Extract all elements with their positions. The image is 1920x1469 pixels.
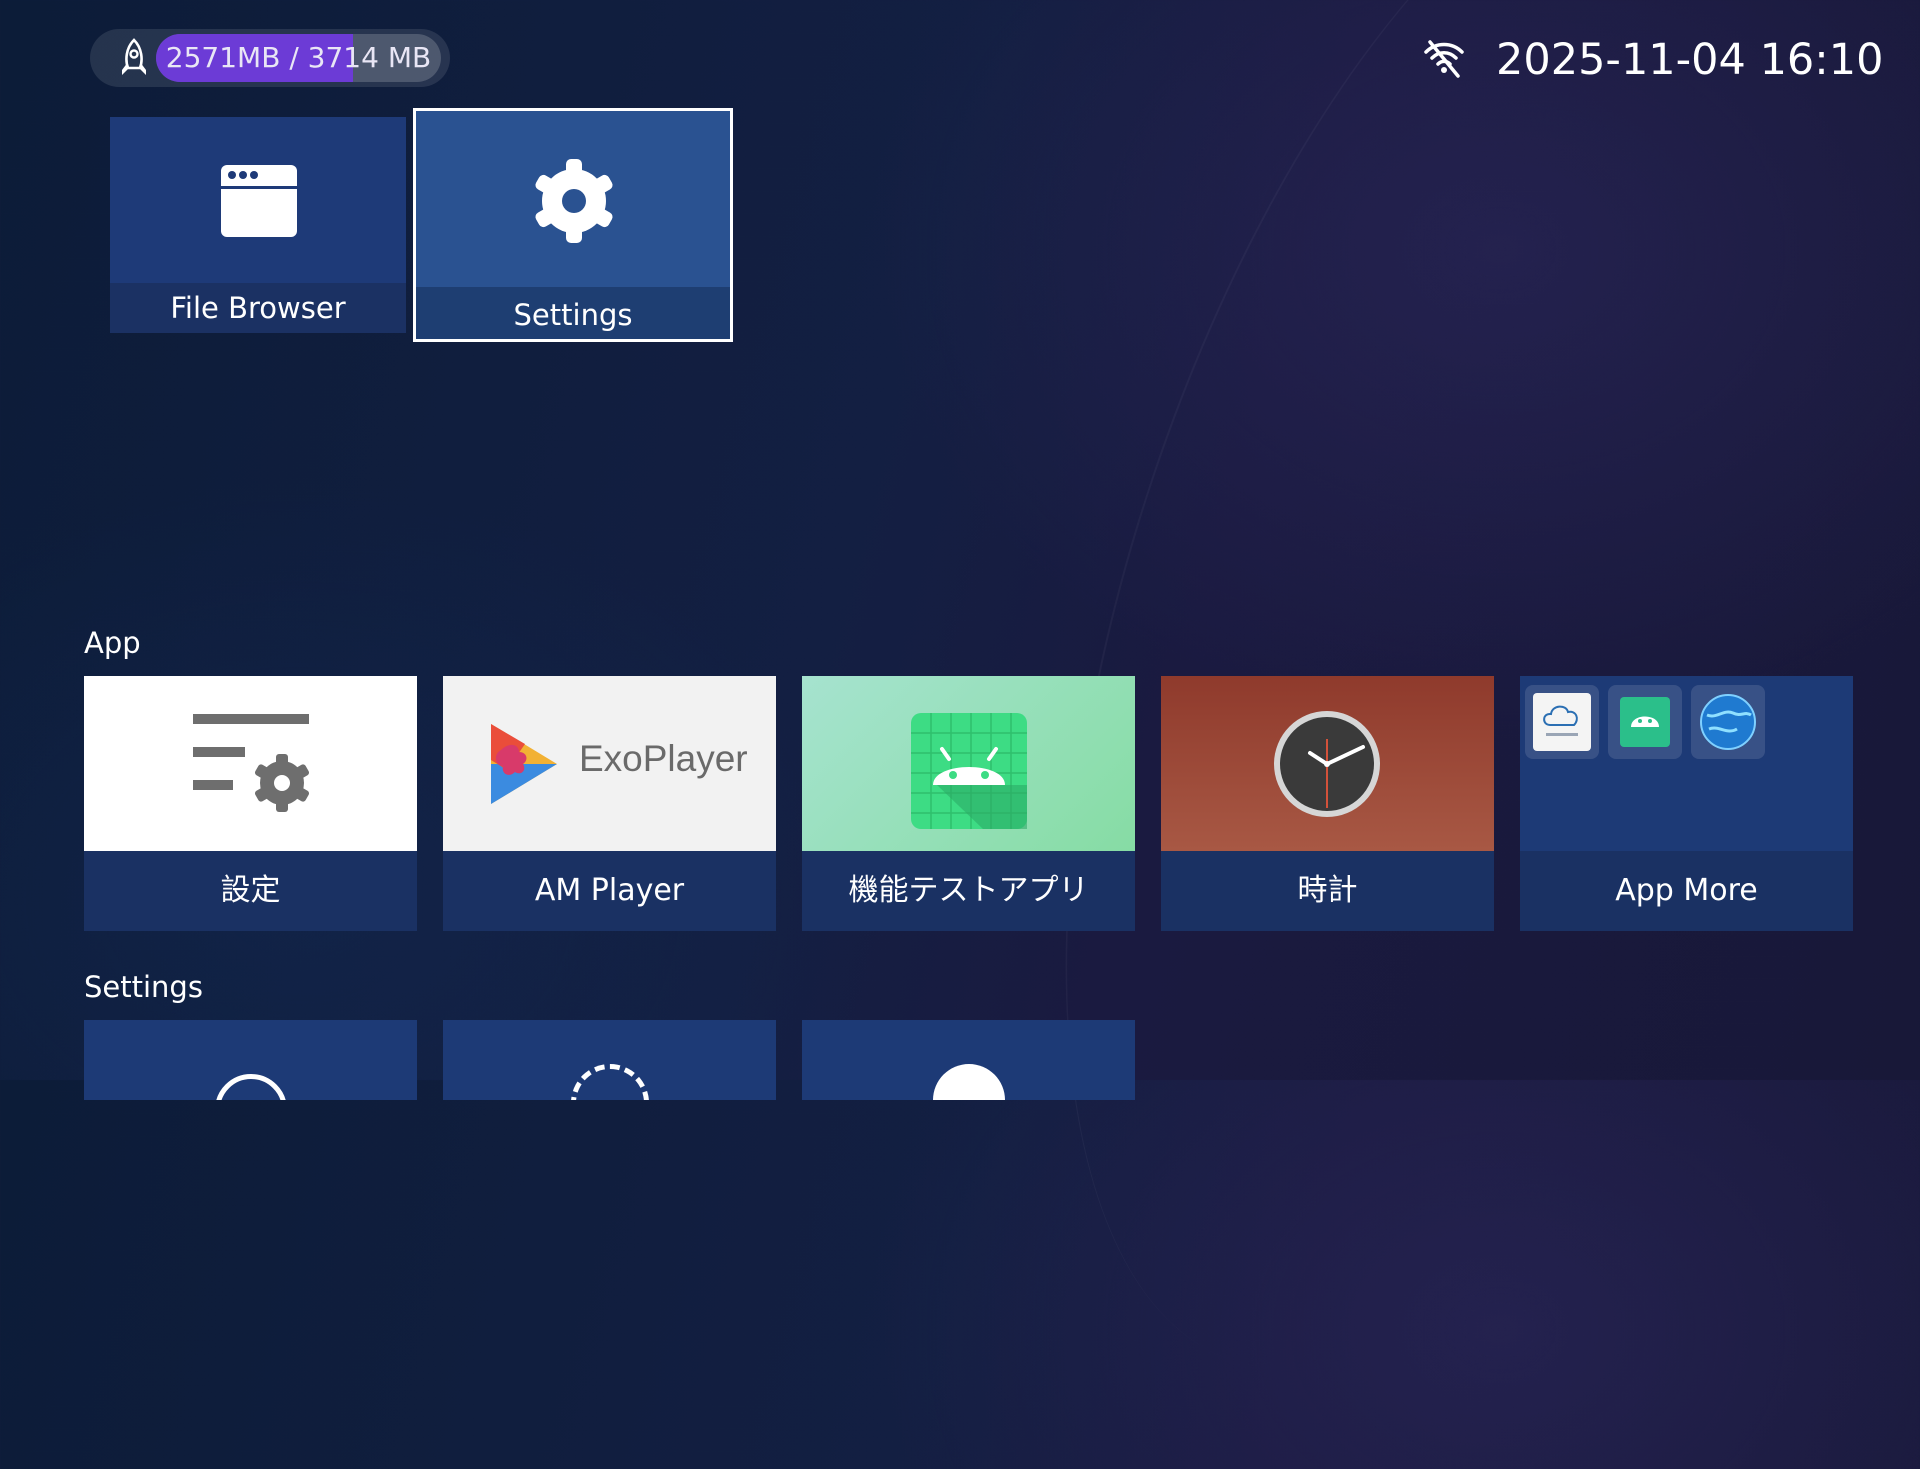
section-title-app: App — [84, 626, 141, 660]
app-tile-art — [1520, 676, 1853, 851]
memory-usage-bar: 2571MB / 3714 MB — [156, 34, 441, 82]
gear-icon — [535, 159, 613, 243]
settings-tile-icon — [571, 1064, 649, 1100]
iodata-cloud-icon — [1525, 685, 1599, 759]
clock-icon — [1274, 711, 1380, 817]
settings-label: Settings — [416, 287, 730, 339]
settings-tile-2[interactable] — [443, 1020, 776, 1100]
app-tile-art — [1161, 676, 1494, 851]
date-time: 2025-11-04 16:10 — [1496, 35, 1884, 85]
settings-list-icon — [193, 714, 310, 812]
app-tile-clock[interactable]: 時計 — [1161, 676, 1494, 931]
app-tile-app-more[interactable]: App More — [1520, 676, 1853, 931]
memory-usage-text: 2571MB / 3714 MB — [165, 41, 432, 74]
browser-window-icon — [221, 165, 297, 237]
app-tile-label: 設定 — [220, 873, 281, 908]
exoplayer-logo — [491, 724, 557, 804]
settings-tile-icon — [933, 1064, 1005, 1100]
android-mini-icon — [1608, 685, 1682, 759]
app-tile-settings-jp[interactable]: 設定 — [84, 676, 417, 931]
app-tile-art — [802, 676, 1135, 851]
exoplayer-logo-text: ExoPlayer — [579, 738, 748, 779]
file-browser-tile[interactable]: File Browser — [110, 117, 406, 333]
app-tile-function-test[interactable]: 機能テストアプリ — [802, 676, 1135, 931]
app-tile-label: App More — [1520, 851, 1853, 931]
settings-tile-icon — [215, 1074, 287, 1100]
settings-tile-3[interactable] — [802, 1020, 1135, 1100]
settings-tile[interactable]: Settings — [413, 108, 733, 342]
app-tile-label: 機能テストアプリ — [848, 873, 1089, 908]
wifi-disconnected-icon — [1424, 40, 1464, 78]
section-title-settings: Settings — [84, 970, 203, 1004]
app-tile-label: 時計 — [1297, 873, 1358, 908]
android-icon — [911, 713, 1027, 829]
file-browser-label: File Browser — [110, 283, 406, 333]
app-tile-label: AM Player — [534, 873, 685, 908]
memory-indicator: 2571MB / 3714 MB — [90, 29, 450, 87]
globe-icon — [1691, 685, 1765, 759]
app-tile-art — [84, 676, 417, 851]
settings-tile-1[interactable] — [84, 1020, 417, 1100]
rocket-icon — [122, 38, 146, 75]
app-tile-art: ExoPlayer — [443, 676, 776, 851]
app-tile-am-player[interactable]: ExoPlayer AM Player — [443, 676, 776, 931]
